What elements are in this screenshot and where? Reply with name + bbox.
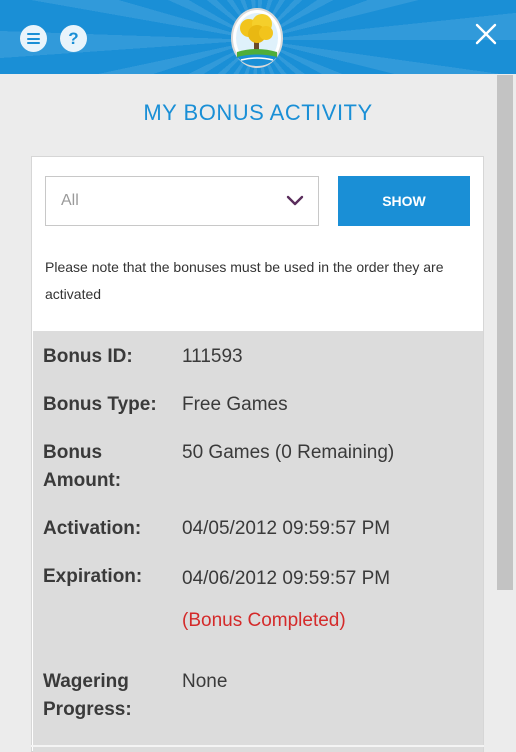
wagering-value: None xyxy=(182,671,228,692)
show-button[interactable]: SHOW xyxy=(338,176,470,226)
activation-value: 04/05/2012 09:59:57 PM xyxy=(182,518,391,539)
close-icon[interactable] xyxy=(474,22,498,46)
bonus-filter-select[interactable]: All xyxy=(45,176,319,226)
expiration-value: 04/06/2012 09:59:57 PM xyxy=(182,568,391,589)
scrollbar-thumb[interactable] xyxy=(497,75,513,590)
wagering-label: Wagering Progress: xyxy=(43,671,132,720)
help-label: ? xyxy=(68,28,79,48)
bonus-amount-value: 50 Games (0 Remaining) xyxy=(182,442,395,463)
divider xyxy=(31,745,484,747)
bonus-id-label: Bonus ID: xyxy=(43,346,133,367)
bonus-activity-card: All SHOW Please note that the bonuses mu… xyxy=(31,156,484,752)
bonus-type-value: Free Games xyxy=(182,394,288,415)
tree-logo-icon[interactable] xyxy=(229,6,285,70)
page-title: MY BONUS ACTIVITY xyxy=(143,100,373,125)
bonus-type-label: Bonus Type: xyxy=(43,394,157,415)
bonus-order-note: Please note that the bonuses must be use… xyxy=(45,259,444,302)
app-header: ? xyxy=(0,0,516,74)
bonus-details: Bonus ID: 111593 Bonus Type: Free Games … xyxy=(33,331,483,752)
expiration-label: Expiration: xyxy=(43,566,143,587)
bonus-id-value: 111593 xyxy=(182,346,243,367)
chevron-down-icon xyxy=(286,195,304,206)
hamburger-menu-icon[interactable] xyxy=(20,25,47,52)
bonus-filter-value: All xyxy=(61,192,79,209)
activation-label: Activation: xyxy=(43,518,142,539)
bonus-status: (Bonus Completed) xyxy=(182,610,346,631)
bonus-amount-label: Bonus Amount: xyxy=(43,442,122,491)
help-icon[interactable]: ? xyxy=(60,25,87,52)
